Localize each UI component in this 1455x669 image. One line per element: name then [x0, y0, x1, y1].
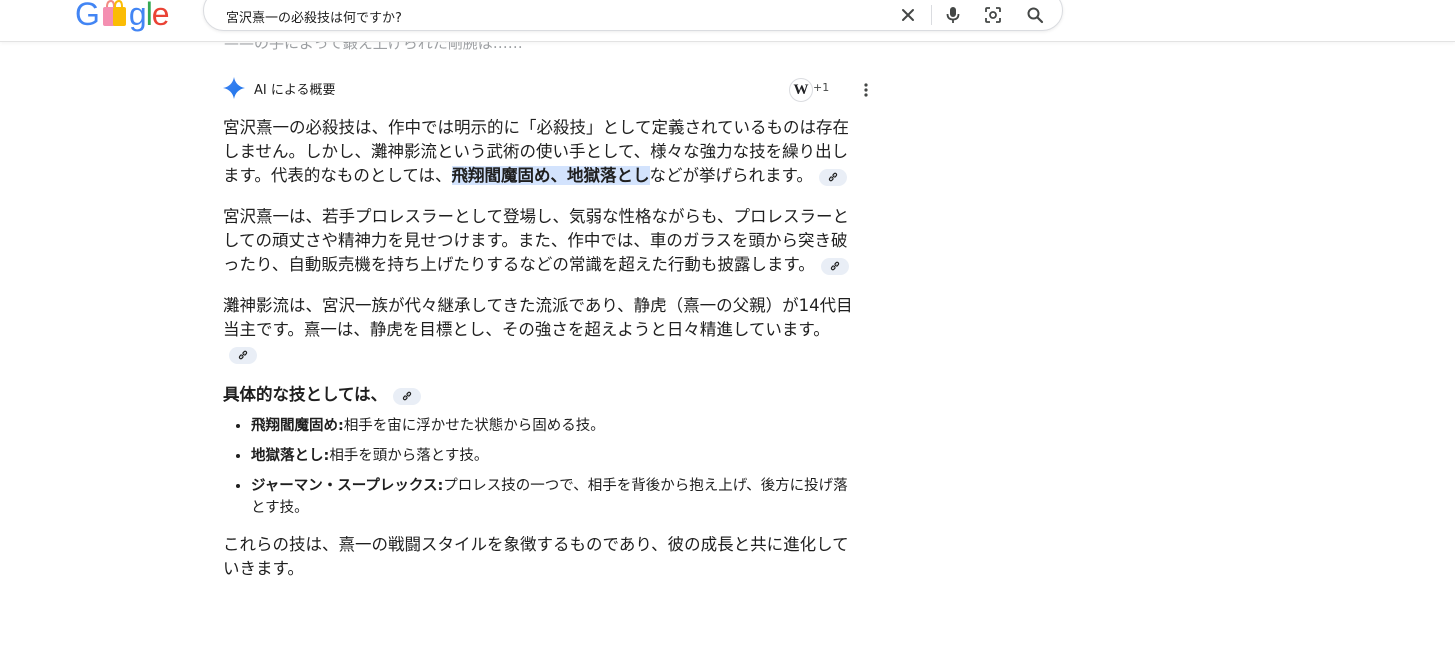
ai-overview-body: 宮沢熹一の必殺技は、作中では明示的に「必殺技」として定義されているものは存在しま…: [223, 116, 858, 598]
search-input[interactable]: [226, 5, 866, 27]
search-header: G gle: [0, 0, 1455, 42]
source-count[interactable]: +1: [813, 81, 829, 94]
citation-link-icon[interactable]: [393, 387, 422, 405]
gemini-sparkle-icon: [223, 77, 245, 99]
list-item: ジャーマン・スープレックス:プロレス技の一つで、相手を背後から抱え上げ、後方に投…: [251, 475, 858, 519]
citation-link-icon[interactable]: [818, 168, 847, 186]
overview-paragraph-2: 宮沢熹一は、若手プロレスラーとして登場し、気弱な性格ながらも、プロレスラーとして…: [223, 207, 850, 275]
ai-overview-title: AI による概要: [254, 82, 336, 98]
lens-icon[interactable]: [982, 4, 1004, 26]
citation-link-icon[interactable]: [820, 257, 849, 275]
overview-paragraph-3: 灘神影流は、宮沢一族が代々継承してきた流派であり、静虎（熹一の父親）が14代目当…: [223, 294, 858, 366]
ai-overview-header: AI による概要: [222, 76, 335, 100]
overview-closing-paragraph: これらの技は、熹一の戦闘スタイルを象徴するものであり、彼の成長と共に進化していき…: [223, 535, 849, 578]
wikipedia-source-badge[interactable]: W: [789, 78, 813, 102]
overview-paragraph-1: 宮沢熹一の必殺技は、作中では明示的に「必殺技」として定義されているものは存在しま…: [223, 118, 850, 186]
microphone-icon[interactable]: [942, 4, 964, 26]
list-item: 地獄落とし:相手を頭から落とす技。: [251, 445, 858, 467]
search-box: [203, 0, 1063, 31]
shopping-bag-doodle-icon: [102, 0, 126, 26]
techniques-list: 飛翔閻魔固め:相手を宙に浮かせた状態から固める技。 地獄落とし:相手を頭から落と…: [223, 415, 858, 519]
close-icon[interactable]: [897, 4, 919, 26]
google-logo[interactable]: G gle: [75, 0, 170, 34]
search-icon[interactable]: [1024, 4, 1046, 26]
techniques-subheading: 具体的な技としては、: [223, 383, 858, 407]
highlighted-techniques: 飛翔閻魔固め、地獄落とし: [451, 166, 650, 185]
citation-link-icon[interactable]: [229, 346, 257, 364]
list-item: 飛翔閻魔固め:相手を宙に浮かせた状態から固める技。: [251, 415, 858, 437]
more-options-icon[interactable]: [857, 80, 875, 100]
search-divider: [931, 5, 932, 25]
